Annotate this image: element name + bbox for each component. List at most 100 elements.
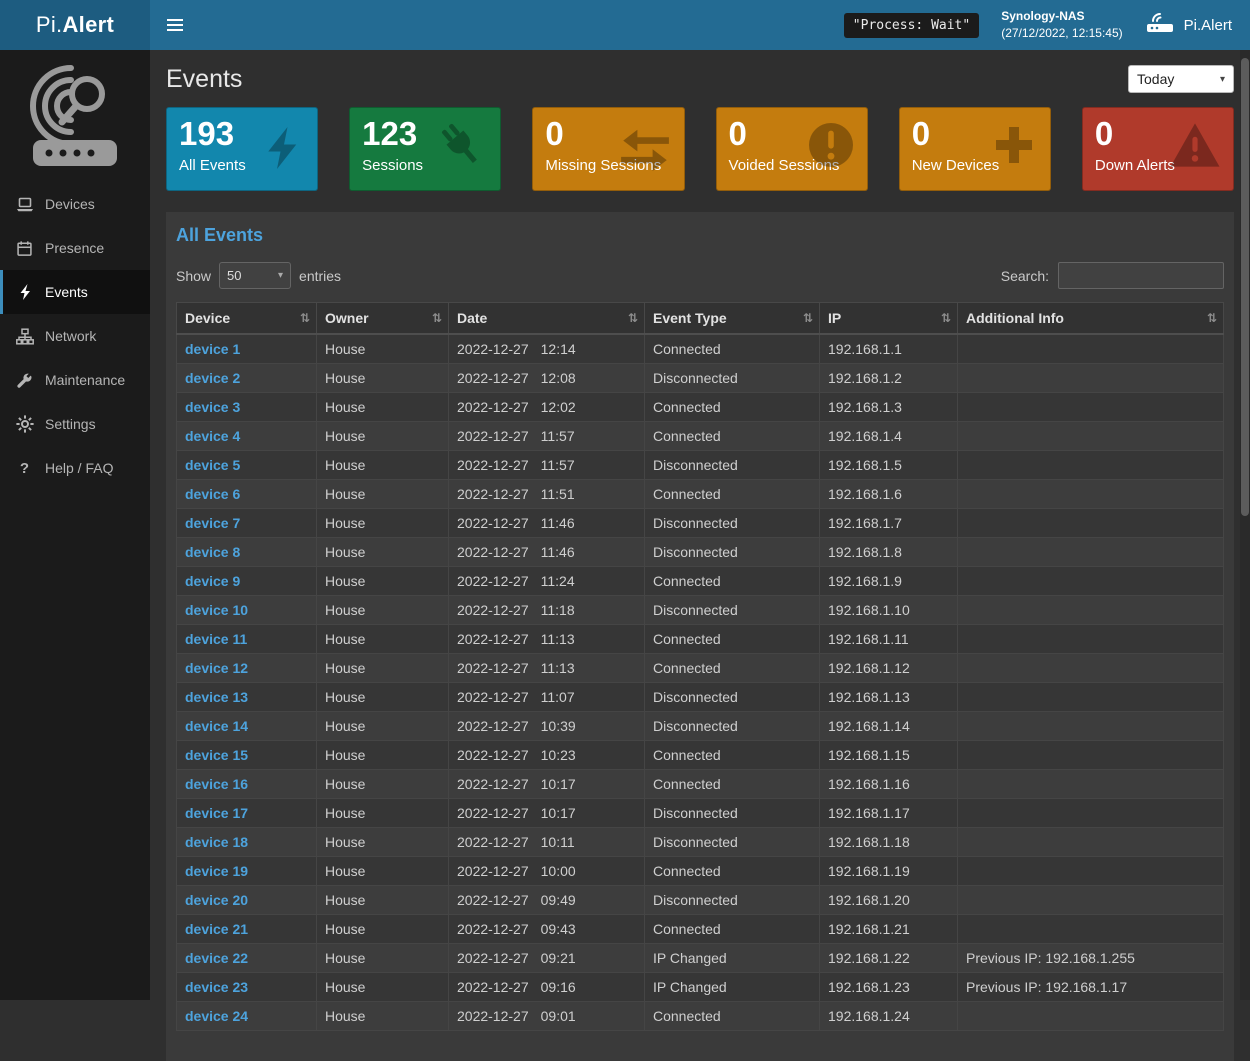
scrollbar-thumb[interactable] [1241,58,1249,516]
column-header-device[interactable]: Device⇅ [177,303,317,335]
additional-info-cell [958,624,1224,653]
search-input[interactable] [1058,262,1224,289]
event-type-cell: Connected [645,479,820,508]
page-length-select[interactable]: 50 ▾ [219,262,291,289]
device-link[interactable]: device 21 [185,921,248,937]
device-link[interactable]: device 15 [185,747,248,763]
device-link[interactable]: device 11 [185,631,247,647]
period-select[interactable]: Today ▾ [1128,65,1234,93]
device-link[interactable]: device 14 [185,718,248,734]
additional-info-cell [958,856,1224,885]
ip-cell: 192.168.1.12 [820,653,958,682]
column-header-date[interactable]: Date⇅ [449,303,645,335]
device-link[interactable]: device 17 [185,805,248,821]
device-link[interactable]: device 16 [185,776,248,792]
device-link[interactable]: device 24 [185,1008,248,1024]
device-link[interactable]: device 1 [185,341,240,357]
sort-icon: ⇅ [803,311,813,325]
device-link[interactable]: device 8 [185,544,240,560]
time-text: 10:11 [541,834,575,850]
time-text: 11:24 [541,573,575,589]
page-title: Events [166,65,242,94]
sidebar-item-events[interactable]: Events [0,270,150,314]
table-row: device 22 House 2022-12-2709:21 IP Chang… [177,943,1224,972]
additional-info-cell [958,334,1224,363]
device-link[interactable]: device 6 [185,486,240,502]
card-sessions[interactable]: 123 Sessions [349,107,501,191]
date-cell: 2022-12-2711:57 [449,421,645,450]
event-type-cell: Connected [645,624,820,653]
sidebar-item-help[interactable]: ? Help / FAQ [0,446,150,490]
hamburger-menu-icon[interactable] [150,0,200,50]
column-header-owner[interactable]: Owner⇅ [317,303,449,335]
device-link[interactable]: device 7 [185,515,240,531]
additional-info-cell [958,508,1224,537]
time-text: 11:13 [541,660,575,676]
owner-cell: House [317,1001,449,1030]
date-cell: 2022-12-2710:17 [449,798,645,827]
date-text: 2022-12-27 [457,370,529,386]
brand[interactable]: Pi.Alert [0,0,150,50]
app-chip[interactable]: Pi.Alert [1145,12,1238,38]
date-cell: 2022-12-2712:02 [449,392,645,421]
table-row: device 13 House 2022-12-2711:07 Disconne… [177,682,1224,711]
date-text: 2022-12-27 [457,457,529,473]
scrollbar[interactable] [1240,50,1250,1000]
time-text: 12:02 [541,399,576,415]
search-control: Search: [1001,262,1224,289]
owner-cell: House [317,450,449,479]
column-header-ip[interactable]: IP⇅ [820,303,958,335]
ip-cell: 192.168.1.13 [820,682,958,711]
time-text: 09:49 [541,892,576,908]
ip-cell: 192.168.1.22 [820,943,958,972]
time-text: 10:39 [541,718,576,734]
sidebar-item-maintenance[interactable]: Maintenance [0,358,150,402]
sidebar-item-settings[interactable]: Settings [0,402,150,446]
card-missing-sessions[interactable]: 0 Missing Sessions [532,107,684,191]
device-link[interactable]: device 19 [185,863,248,879]
card-down-alerts[interactable]: 0 Down Alerts [1082,107,1234,191]
bolt-icon [263,121,305,180]
sidebar-item-presence[interactable]: Presence [0,226,150,270]
additional-info-cell [958,363,1224,392]
time-text: 11:13 [541,631,575,647]
entries-label: entries [299,268,341,284]
date-cell: 2022-12-2712:14 [449,334,645,363]
device-link[interactable]: device 5 [185,457,240,473]
column-header-event-type[interactable]: Event Type⇅ [645,303,820,335]
device-link[interactable]: device 10 [185,602,248,618]
table-row: device 15 House 2022-12-2710:23 Connecte… [177,740,1224,769]
summary-cards: 193 All Events 123 Sessions 0 Missing Se… [166,107,1234,191]
device-link[interactable]: device 23 [185,979,248,995]
device-link[interactable]: device 4 [185,428,240,444]
card-new-devices[interactable]: 0 New Devices [899,107,1051,191]
additional-info-cell [958,392,1224,421]
device-link[interactable]: device 9 [185,573,240,589]
ip-cell: 192.168.1.17 [820,798,958,827]
device-cell: device 9 [177,566,317,595]
device-link[interactable]: device 2 [185,370,240,386]
device-link[interactable]: device 18 [185,834,248,850]
app-label: Pi.Alert [1184,17,1232,34]
device-cell: device 8 [177,537,317,566]
event-type-cell: Disconnected [645,798,820,827]
date-cell: 2022-12-2710:00 [449,856,645,885]
date-cell: 2022-12-2711:46 [449,508,645,537]
device-link[interactable]: device 13 [185,689,248,705]
table-row: device 17 House 2022-12-2710:17 Disconne… [177,798,1224,827]
device-link[interactable]: device 20 [185,892,248,908]
device-link[interactable]: device 12 [185,660,248,676]
time-text: 09:16 [541,979,576,995]
plus-icon [990,121,1038,174]
sidebar-item-label: Settings [45,416,96,432]
card-all-events[interactable]: 193 All Events [166,107,318,191]
time-text: 11:57 [541,428,575,444]
device-link[interactable]: device 3 [185,399,240,415]
device-link[interactable]: device 22 [185,950,248,966]
card-voided-sessions[interactable]: 0 Voided Sessions [716,107,868,191]
column-header-additional-info[interactable]: Additional Info⇅ [958,303,1224,335]
host-name: Synology-NAS [1001,8,1122,25]
date-text: 2022-12-27 [457,660,529,676]
sidebar-item-network[interactable]: Network [0,314,150,358]
sidebar-item-devices[interactable]: Devices [0,182,150,226]
